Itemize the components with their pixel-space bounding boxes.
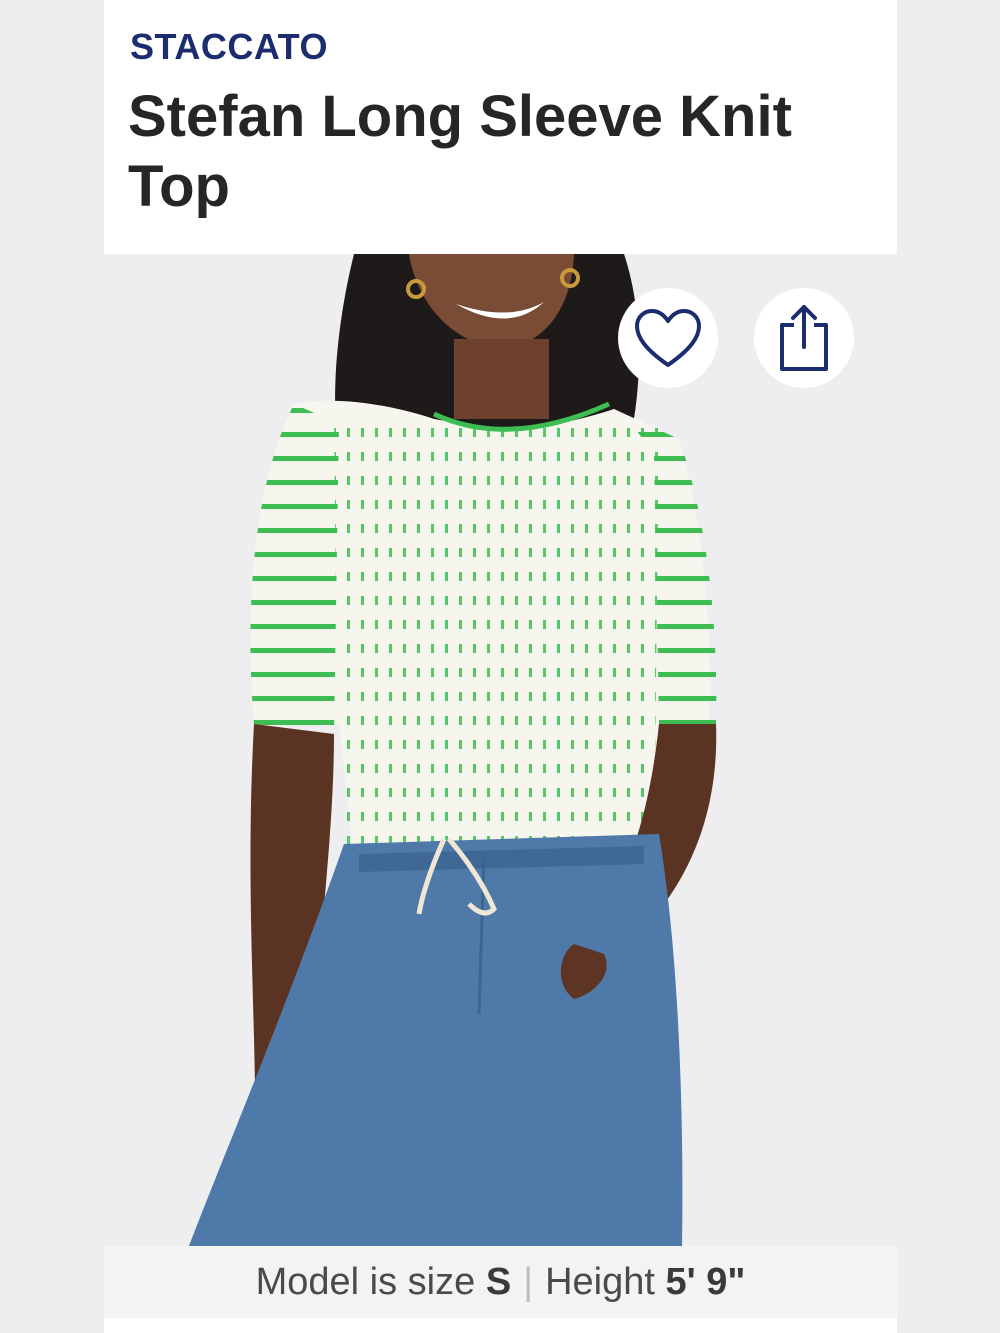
model-size-value: S <box>485 1260 512 1303</box>
page-margin-right <box>897 0 1000 1333</box>
model-size-label: Model is size <box>255 1260 476 1303</box>
product-image[interactable] <box>104 254 897 1246</box>
favorite-button[interactable] <box>618 288 718 388</box>
product-title: Stefan Long Sleeve Knit Top <box>128 84 792 219</box>
share-button[interactable] <box>754 288 854 388</box>
model-height-label: Height <box>545 1260 655 1303</box>
caption-separator: | <box>523 1260 534 1303</box>
share-icon <box>780 305 828 371</box>
brand-name[interactable]: STACCATO <box>130 26 328 68</box>
product-page: STACCATO Stefan Long Sleeve Knit Top Mod… <box>104 0 897 1333</box>
page-margin-left <box>0 0 104 1333</box>
model-size-info: Model is size S | Height 5' 9" <box>104 1246 897 1318</box>
heart-icon <box>635 309 701 367</box>
model-height-value: 5' 9" <box>665 1260 746 1303</box>
model-photo <box>104 254 897 1246</box>
